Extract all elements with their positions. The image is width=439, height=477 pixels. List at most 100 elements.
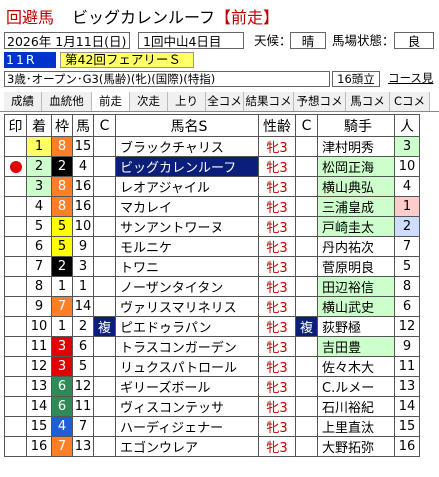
jockey-name[interactable]: 大野拓弥 <box>317 436 395 457</box>
jockey-name[interactable]: 戸崎圭太 <box>317 216 395 237</box>
table-row[interactable]: 16 7 13 エゴンウレア 牝3 大野拓弥 16 <box>4 436 420 457</box>
table-row[interactable]: 2 2 4 ビッグカレンルーフ 牝3 松岡正海 10 <box>4 156 420 177</box>
header-jockey[interactable]: 騎手 <box>317 114 395 137</box>
horse-name-cell[interactable]: トラスコンガーデン <box>115 336 259 357</box>
frame-number: 2 <box>51 256 73 277</box>
mark-cell[interactable] <box>4 436 27 457</box>
header-c2[interactable]: C <box>295 114 318 137</box>
mark-cell[interactable] <box>4 196 27 217</box>
table-row[interactable]: 1 8 15 ブラックチャリス 牝3 津村明秀 3 <box>4 136 420 157</box>
course-link[interactable]: コース見 <box>388 71 433 85</box>
horse-name-cell[interactable]: ヴィスコンテッサ <box>115 396 259 417</box>
table-row[interactable]: 10 1 2 複ピエドゥラパン 牝3 複荻野極 12 <box>4 316 420 337</box>
table-row[interactable]: 11 3 6 トラスコンガーデン 牝3 吉田豊 9 <box>4 336 420 357</box>
horse-name-cell[interactable]: トワニ <box>115 256 259 277</box>
jockey-name[interactable]: 津村明秀 <box>317 136 395 157</box>
horse-name-cell[interactable]: ハーディジェナー <box>115 416 259 437</box>
horse-name-cell[interactable]: ノーザンタイタン <box>115 276 259 297</box>
tab-3[interactable]: 次走 <box>130 92 168 111</box>
jockey-name[interactable]: 佐々木大 <box>317 356 395 377</box>
mark-cell[interactable] <box>4 276 27 297</box>
horse-number: 14 <box>72 296 94 317</box>
tab-1[interactable]: 血統他 <box>42 92 92 111</box>
horse-name-cell[interactable]: ブラックチャリス <box>115 136 259 157</box>
finish-order: 9 <box>26 296 52 317</box>
jockey-name[interactable]: 菅原明良 <box>317 256 395 277</box>
mark-cell[interactable] <box>4 256 27 277</box>
header-frame[interactable]: 枠 <box>51 114 73 137</box>
table-row[interactable]: 8 1 1 ノーザンタイタン 牝3 田辺裕信 8 <box>4 276 420 297</box>
c2-cell <box>295 396 318 417</box>
header-sex-age[interactable]: 性齢 <box>258 114 296 137</box>
mark-cell[interactable] <box>4 396 27 417</box>
tab-8[interactable]: 馬コメ <box>346 92 390 111</box>
horse-name-cell[interactable]: マカレイ <box>115 196 259 217</box>
frame-number: 3 <box>51 356 73 377</box>
tab-0[interactable]: 成績 <box>4 92 42 111</box>
horse-name-cell[interactable]: サンアントワーヌ <box>115 216 259 237</box>
jockey-name[interactable]: 丹内祐次 <box>317 236 395 257</box>
table-row[interactable]: 5 5 10 サンアントワーヌ 牝3 戸崎圭太 2 <box>4 216 420 237</box>
table-row[interactable]: 15 4 7 ハーディジェナー 牝3 上里直汰 15 <box>4 416 420 437</box>
mark-cell[interactable] <box>4 236 27 257</box>
c-cell <box>93 176 116 197</box>
table-row[interactable]: 4 8 16 マカレイ 牝3 三浦皇成 1 <box>4 196 420 217</box>
jockey-name[interactable]: 田辺裕信 <box>317 276 395 297</box>
c-cell <box>93 136 116 157</box>
table-row[interactable]: 3 8 16 レオアジャイル 牝3 横山典弘 4 <box>4 176 420 197</box>
header-mark[interactable]: 印 <box>4 114 27 137</box>
horse-name-cell[interactable]: ギリーズボール <box>115 376 259 397</box>
jockey-name[interactable]: 上里直汰 <box>317 416 395 437</box>
mark-cell[interactable] <box>4 136 27 157</box>
jockey-name[interactable]: 荻野極 <box>317 316 395 337</box>
header-number[interactable]: 馬 <box>72 114 94 137</box>
venue-field[interactable]: 1回中山4日目 <box>138 32 244 49</box>
horse-name-cell[interactable]: リュクスパトロール <box>115 356 259 377</box>
tab-5[interactable]: 全コメ <box>206 92 244 111</box>
mark-cell[interactable] <box>4 296 27 317</box>
tab-9[interactable]: Cコメ <box>390 92 430 111</box>
table-row[interactable]: 6 5 9 モルニケ 牝3 丹内祐次 7 <box>4 236 420 257</box>
jockey-name[interactable]: 横山武史 <box>317 296 395 317</box>
horse-name: ビッグカレンルーフ <box>72 8 216 27</box>
mark-cell[interactable] <box>4 176 27 197</box>
header-horse-name[interactable]: 馬名S <box>115 114 259 137</box>
mark-cell[interactable] <box>4 336 27 357</box>
tab-6[interactable]: 結果コメ <box>244 92 294 111</box>
header-c[interactable]: C <box>93 114 116 137</box>
mark-cell[interactable] <box>4 376 27 397</box>
popularity: 15 <box>394 416 420 437</box>
horse-name-cell[interactable]: ピエドゥラパン <box>115 316 259 337</box>
tab-7[interactable]: 予想コメ <box>294 92 346 111</box>
table-row[interactable]: 7 2 3 トワニ 牝3 菅原明良 5 <box>4 256 420 277</box>
mark-cell[interactable] <box>4 416 27 437</box>
jockey-name[interactable]: C.ルメー <box>317 376 395 397</box>
jockey-name[interactable]: 三浦皇成 <box>317 196 395 217</box>
sex-age: 牝3 <box>258 296 296 317</box>
table-row[interactable]: 9 7 14 ヴァリスマリネリス 牝3 横山武史 6 <box>4 296 420 317</box>
mark-cell[interactable] <box>4 216 27 237</box>
horse-number: 2 <box>72 316 94 337</box>
table-row[interactable]: 13 6 12 ギリーズボール 牝3 C.ルメー 13 <box>4 376 420 397</box>
tab-4[interactable]: 上り <box>168 92 206 111</box>
c-cell <box>93 336 116 357</box>
tab-2[interactable]: 前走 <box>92 92 130 111</box>
popularity: 5 <box>394 256 420 277</box>
table-row[interactable]: 14 6 11 ヴィスコンテッサ 牝3 石川裕紀 14 <box>4 396 420 417</box>
header-order[interactable]: 着 <box>26 114 52 137</box>
jockey-name[interactable]: 石川裕紀 <box>317 396 395 417</box>
horse-name-cell[interactable]: エゴンウレア <box>115 436 259 457</box>
mark-cell[interactable] <box>4 316 27 337</box>
jockey-name[interactable]: 松岡正海 <box>317 156 395 177</box>
table-row[interactable]: 12 3 5 リュクスパトロール 牝3 佐々木大 11 <box>4 356 420 377</box>
horse-name-cell[interactable]: ビッグカレンルーフ <box>115 156 259 177</box>
jockey-name[interactable]: 横山典弘 <box>317 176 395 197</box>
jockey-name[interactable]: 吉田豊 <box>317 336 395 357</box>
horse-name-cell[interactable]: レオアジャイル <box>115 176 259 197</box>
mark-cell[interactable] <box>4 356 27 377</box>
horse-name-cell[interactable]: モルニケ <box>115 236 259 257</box>
mark-cell[interactable] <box>4 156 27 177</box>
date-field[interactable]: 2026年 1月11日(日) <box>4 32 130 49</box>
header-popularity[interactable]: 人 <box>394 114 420 137</box>
horse-name-cell[interactable]: ヴァリスマリネリス <box>115 296 259 317</box>
